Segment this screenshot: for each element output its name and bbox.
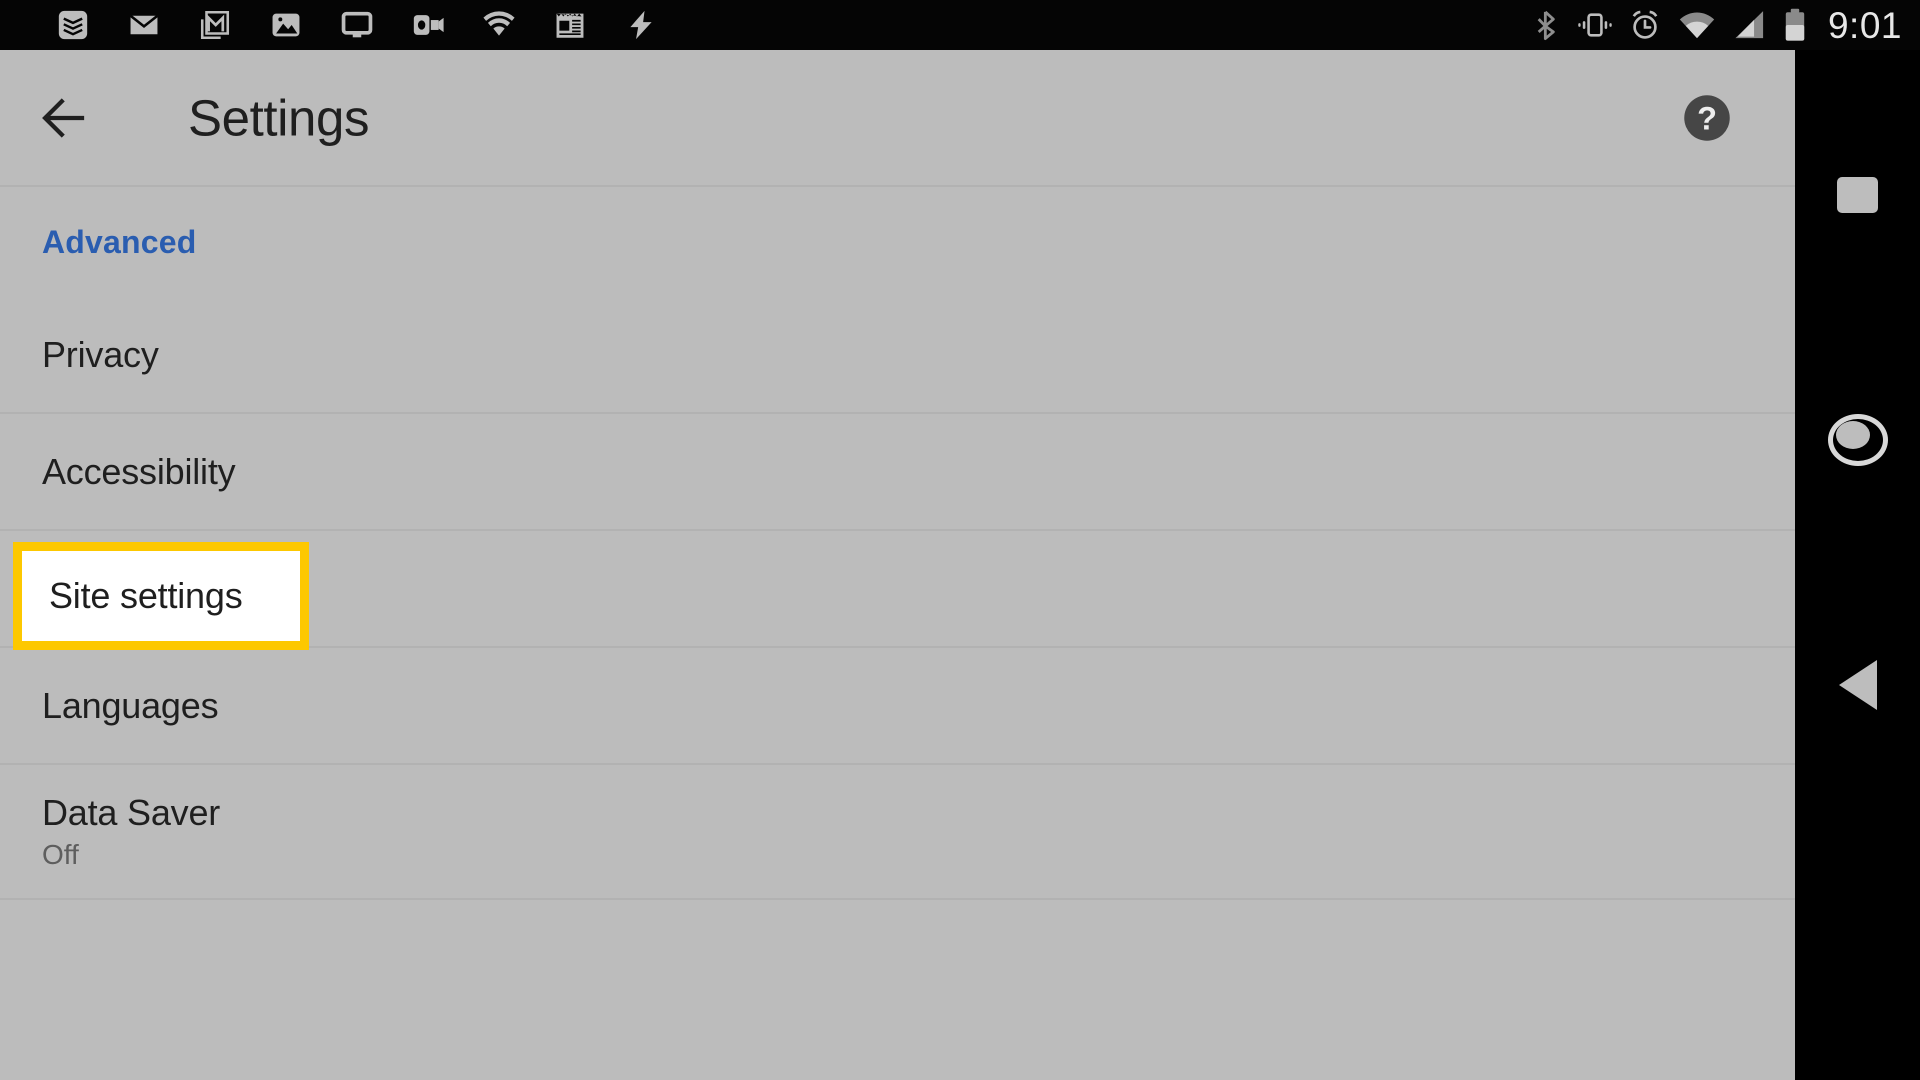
nav-home-button[interactable] [1795, 395, 1920, 485]
svg-text:?: ? [1697, 100, 1717, 136]
back-button[interactable] [36, 90, 92, 146]
app-toolbar: Settings ? [0, 50, 1795, 187]
settings-item-privacy[interactable]: Privacy [0, 297, 1795, 414]
settings-item-label: Accessibility [42, 450, 236, 492]
square-icon [1837, 177, 1878, 213]
status-bar-system-icons: 9:01 [1530, 7, 1906, 44]
cast-screen-icon [340, 8, 374, 42]
settings-item-accessibility[interactable]: Accessibility [0, 414, 1795, 531]
settings-item-languages[interactable]: Languages [0, 648, 1795, 765]
settings-screen: Settings ? Advanced Privacy Accessibilit… [0, 50, 1795, 1080]
page-title: Settings [188, 89, 370, 146]
status-bar-notification-icons [56, 8, 658, 42]
alarm-icon [1628, 9, 1662, 41]
arrow-left-icon [42, 97, 85, 138]
wifi-signal-icon [1677, 9, 1717, 41]
system-navigation-bar [1795, 50, 1920, 1080]
settings-item-label: Data Saver [42, 791, 221, 833]
photos-icon [269, 8, 303, 42]
flash-charging-icon [624, 8, 658, 42]
email-icon [127, 8, 161, 42]
status-bar: 9:01 [0, 0, 1920, 50]
settings-item-data-saver[interactable]: Data Saver Off [0, 765, 1795, 900]
circle-icon [1827, 414, 1888, 466]
vibrate-icon [1577, 9, 1613, 41]
settings-item-label: Languages [42, 684, 219, 726]
todoist-icon [56, 8, 90, 42]
cellular-signal-icon [1732, 9, 1768, 41]
wifi-notification-icon [482, 8, 516, 42]
battery-icon [1783, 8, 1807, 42]
gmail-icon [198, 8, 232, 42]
help-icon: ? [1684, 94, 1730, 141]
phone-screen: 9:01 Settings ? Advanced Privacy Accessi… [0, 0, 1920, 1080]
section-header-advanced: Advanced [42, 223, 197, 260]
outlook-icon [411, 8, 445, 42]
settings-item-label: Privacy [42, 333, 159, 375]
highlight-annotation-box: Site settings [13, 542, 309, 650]
nav-back-button[interactable] [1795, 640, 1920, 730]
settings-item-site-settings[interactable]: Site settings [0, 531, 1795, 650]
settings-list: Privacy Accessibility Site settings Lang… [0, 297, 1795, 900]
settings-item-sublabel: Off [42, 839, 79, 871]
news-icon [553, 8, 587, 42]
settings-item-label: Site settings [49, 575, 243, 617]
status-bar-clock: 9:01 [1827, 4, 1902, 46]
triangle-back-icon [1838, 660, 1877, 710]
help-button[interactable]: ? [1681, 92, 1733, 144]
nav-recents-button[interactable] [1795, 150, 1920, 240]
bluetooth-icon [1530, 9, 1562, 41]
